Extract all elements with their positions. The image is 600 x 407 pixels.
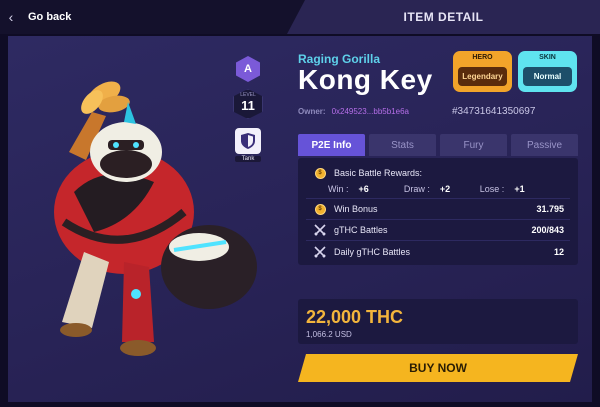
- gthc-battles-label: gTHC Battles: [334, 225, 388, 235]
- divider: [306, 198, 570, 199]
- token-id: #34731641350697: [452, 106, 536, 117]
- skin-tag: SKIN Normal: [518, 51, 577, 92]
- level-value: 11: [241, 98, 255, 113]
- hero-tag: HERO Legendary: [453, 51, 512, 92]
- gthc-battles-row: gTHC Battles 200/843: [314, 224, 564, 236]
- gthc-battles-value: 200/843: [531, 225, 564, 235]
- owner-line: Owner: 0x249523...bb5b1e6a: [298, 107, 409, 116]
- price-panel: 22,000 THC 1,066.2 USD: [298, 299, 578, 344]
- go-back-label: Go back: [28, 11, 72, 23]
- hero-tag-label: HERO: [472, 54, 493, 61]
- go-back-button[interactable]: ‹ Go back: [6, 8, 72, 26]
- divider: [306, 219, 570, 220]
- tab-p2e-info[interactable]: P2E Info: [298, 134, 365, 156]
- basic-rewards-label: Basic Battle Rewards:: [334, 168, 423, 178]
- daily-gthc-battles-value: 12: [553, 247, 564, 257]
- win-label: Win :: [328, 184, 349, 194]
- draw-reward: Draw : +2: [404, 184, 480, 194]
- win-bonus-label: Win Bonus: [334, 204, 378, 214]
- win-bonus-row: $ Win Bonus 31.795: [314, 203, 564, 215]
- buy-now-button[interactable]: BUY NOW: [298, 354, 578, 382]
- draw-label: Draw :: [403, 184, 430, 194]
- coin-icon: $: [314, 203, 326, 215]
- lose-reward: Lose : +1: [480, 184, 556, 194]
- page-title: ITEM DETAIL: [287, 0, 600, 34]
- class-badge: Tank: [235, 128, 261, 164]
- shield-icon: [235, 128, 261, 154]
- p2e-info-panel: $ Basic Battle Rewards: Win : +6 Draw : …: [298, 158, 578, 265]
- draw-value: +2: [439, 184, 451, 194]
- crossed-swords-icon: [314, 224, 326, 236]
- lose-label: Lose :: [479, 184, 505, 194]
- basic-rewards-row: $ Basic Battle Rewards:: [314, 167, 564, 179]
- owner-address-link[interactable]: 0x249523...bb5b1e6a: [332, 107, 409, 116]
- divider: [306, 240, 570, 241]
- daily-gthc-battles-row: Daily gTHC Battles 12: [314, 246, 564, 258]
- price-amount: 22,000 THC: [306, 307, 404, 327]
- owner-label: Owner:: [298, 107, 326, 116]
- tab-stats[interactable]: Stats: [369, 134, 436, 156]
- hero-tag-value: Legendary: [458, 67, 507, 86]
- skin-tag-value: Normal: [523, 67, 572, 86]
- hero-illustration: [54, 81, 257, 356]
- item-name: Kong Key: [298, 64, 433, 95]
- daily-gthc-battles-label: Daily gTHC Battles: [334, 247, 411, 257]
- win-value: +6: [358, 184, 369, 194]
- rewards-breakdown: Win : +6 Draw : +2 Lose : +1: [328, 184, 558, 194]
- tab-fury[interactable]: Fury: [440, 134, 507, 156]
- crossed-swords-icon: [314, 246, 326, 258]
- skin-tag-label: SKIN: [539, 54, 556, 61]
- price-usd: 1,066.2 USD: [306, 330, 352, 339]
- class-label: Tank: [235, 156, 261, 162]
- info-tabs: P2E Info Stats Fury Passive: [298, 134, 578, 156]
- win-bonus-value: 31.795: [536, 204, 564, 214]
- chevron-left-icon: ‹: [8, 9, 14, 25]
- tab-passive[interactable]: Passive: [511, 134, 578, 156]
- win-reward: Win : +6: [328, 184, 404, 194]
- top-bar: ‹ Go back ITEM DETAIL: [0, 0, 600, 34]
- lose-value: +1: [514, 184, 525, 194]
- coin-icon: $: [314, 167, 326, 179]
- level-badge: LEVEL 11: [233, 89, 263, 119]
